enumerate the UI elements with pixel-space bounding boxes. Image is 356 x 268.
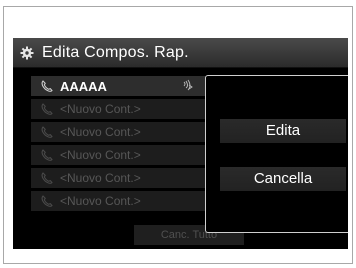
options-popup: Edita Cancella <box>205 75 348 233</box>
phone-icon <box>41 195 53 207</box>
list-item-new-contact[interactable]: <Nuovo Cont.> <box>31 145 206 165</box>
infotainment-screen: Edita Compos. Rap. AAAAA <Nuovo Cont.> <… <box>13 38 348 249</box>
list-item-aaaaa[interactable]: AAAAA <box>31 76 206 96</box>
figure-frame: Edita Compos. Rap. AAAAA <Nuovo Cont.> <… <box>3 6 353 264</box>
voice-tag-icon <box>183 79 193 91</box>
list-item-new-contact[interactable]: <Nuovo Cont.> <box>31 168 206 188</box>
speed-dial-list: AAAAA <Nuovo Cont.> <Nuovo Cont.> <Nuovo… <box>31 76 206 214</box>
list-item-label: AAAAA <box>60 78 107 94</box>
list-item-label: <Nuovo Cont.> <box>60 125 141 139</box>
list-item-new-contact[interactable]: <Nuovo Cont.> <box>31 99 206 119</box>
phone-icon <box>41 126 53 138</box>
page-title: Edita Compos. Rap. <box>42 43 189 61</box>
list-item-label: <Nuovo Cont.> <box>60 194 141 208</box>
phone-icon <box>41 80 53 92</box>
list-item-new-contact[interactable]: <Nuovo Cont.> <box>31 122 206 142</box>
delete-button[interactable]: Cancella <box>220 167 346 191</box>
phone-icon <box>41 103 53 115</box>
settings-gear-icon <box>20 46 34 59</box>
phone-icon <box>41 149 53 161</box>
list-item-label: <Nuovo Cont.> <box>60 102 141 116</box>
phone-icon <box>41 172 53 184</box>
list-item-label: <Nuovo Cont.> <box>60 171 141 185</box>
title-bar: Edita Compos. Rap. <box>13 38 348 68</box>
edit-button[interactable]: Edita <box>220 119 346 143</box>
list-item-label: <Nuovo Cont.> <box>60 148 141 162</box>
list-item-new-contact[interactable]: <Nuovo Cont.> <box>31 191 206 211</box>
